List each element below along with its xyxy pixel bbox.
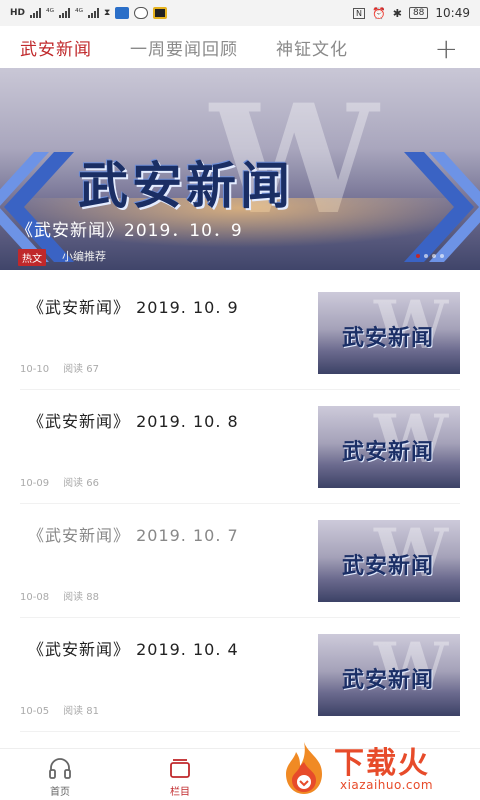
banner-carousel[interactable]: W 武安新闻 《武安新闻》2019．10．9 热文 小编推荐 xyxy=(0,68,480,270)
tab-columns[interactable]: 栏目 xyxy=(150,757,210,798)
news-title[interactable]: 《武安新闻》 2019. 10. 4 xyxy=(28,636,239,660)
carousel-dot[interactable] xyxy=(432,254,436,258)
top-nav: 武安新闻 一周要闻回顾 神钲文化 + xyxy=(0,26,480,68)
carousel-dot[interactable] xyxy=(416,254,420,258)
list-item[interactable]: 《武安新闻》 2019. 10. 9 10-10 阅读 67 W 武安新闻 xyxy=(20,276,460,390)
thumbnail-logo: 武安新闻 xyxy=(342,440,435,465)
list-item[interactable]: 《武安新闻》 2019. 10. 4 10-05 阅读 81 W 武安新闻 xyxy=(20,618,460,732)
read-count: 阅读 67 xyxy=(63,364,99,375)
tab-home[interactable]: 首页 xyxy=(30,757,90,798)
list-item[interactable]: 《武安新闻》 2019. 10. 8 10-09 阅读 66 W 武安新闻 xyxy=(20,390,460,504)
news-meta: 10-09 阅读 66 xyxy=(20,474,99,489)
read-count: 阅读 88 xyxy=(63,592,99,603)
signal-icon xyxy=(59,8,71,18)
banner-logo-text: 武安新闻 xyxy=(78,157,294,215)
wechat-icon xyxy=(134,7,149,19)
battery-icon: 88 xyxy=(408,7,429,19)
news-list: 《武安新闻》 2019. 10. 9 10-10 阅读 67 W 武安新闻 《武安… xyxy=(0,276,480,732)
carousel-dot[interactable] xyxy=(424,254,428,258)
news-title[interactable]: 《武安新闻》 2019. 10. 8 xyxy=(28,408,239,432)
carousel-dot[interactable] xyxy=(440,254,444,258)
news-meta: 10-08 阅读 88 xyxy=(20,588,99,603)
carousel-dots[interactable] xyxy=(416,254,444,258)
clock: 10:49 xyxy=(435,6,470,20)
read-count: 阅读 66 xyxy=(63,478,99,489)
alarm-icon: ⏰ xyxy=(372,6,386,20)
plus-icon[interactable]: + xyxy=(435,32,458,65)
news-date: 10-08 xyxy=(20,592,50,603)
banner-source: 小编推荐 xyxy=(62,250,106,263)
news-date: 10-09 xyxy=(20,478,50,489)
watermark: 下载火 xiazaihuo.com xyxy=(278,738,468,798)
news-thumbnail[interactable]: W 武安新闻 xyxy=(318,520,460,602)
tab-home-label: 首页 xyxy=(50,787,70,798)
news-meta: 10-05 阅读 81 xyxy=(20,702,99,717)
chevron-right-graphic xyxy=(404,152,480,262)
news-thumbnail[interactable]: W 武安新闻 xyxy=(318,634,460,716)
bluetooth-icon: ✱ xyxy=(392,6,402,20)
signal-icon xyxy=(30,8,42,18)
thumbnail-logo: 武安新闻 xyxy=(342,668,435,693)
tab-culture[interactable]: 神钲文化 xyxy=(276,35,348,60)
news-meta: 10-10 阅读 67 xyxy=(20,360,99,375)
news-thumbnail[interactable]: W 武安新闻 xyxy=(318,406,460,488)
app-notification-icon xyxy=(115,7,130,19)
banner-caption[interactable]: 《武安新闻》2019．10．9 xyxy=(16,216,243,241)
read-count: 阅读 81 xyxy=(63,706,99,717)
hot-tag-badge: 热文 xyxy=(18,249,46,266)
hourglass-icon: ⧗ xyxy=(104,8,111,18)
flame-icon xyxy=(286,742,322,794)
chevron-left-graphic xyxy=(0,152,74,262)
status-right: N ⏰ ✱ 88 10:49 xyxy=(353,6,470,20)
app-notification-icon xyxy=(153,7,168,19)
tab-columns-label: 栏目 xyxy=(170,787,190,798)
network-4g-label: ⁴ᴳ xyxy=(75,8,84,18)
news-title[interactable]: 《武安新闻》 2019. 10. 9 xyxy=(28,294,239,318)
headphones-icon xyxy=(49,758,71,779)
column-icon xyxy=(170,759,190,778)
tab-weekly-review[interactable]: 一周要闻回顾 xyxy=(130,35,238,60)
status-bar: HD ⁴ᴳ ⁴ᴳ ⧗ N ⏰ ✱ 88 10:49 xyxy=(0,0,480,26)
status-left: HD ⁴ᴳ ⁴ᴳ ⧗ xyxy=(10,7,168,19)
news-date: 10-05 xyxy=(20,706,50,717)
watermark-domain: xiazaihuo.com xyxy=(340,778,434,792)
watermark-text: 下载火 xyxy=(334,746,430,781)
list-item[interactable]: 《武安新闻》 2019. 10. 7 10-08 阅读 88 W 武安新闻 xyxy=(20,504,460,618)
hd-badge: HD xyxy=(10,8,26,18)
tab-wuan-news[interactable]: 武安新闻 xyxy=(20,35,92,60)
thumbnail-logo: 武安新闻 xyxy=(342,554,435,579)
news-title[interactable]: 《武安新闻》 2019. 10. 7 xyxy=(28,522,239,546)
signal-icon xyxy=(88,8,100,18)
news-date: 10-10 xyxy=(20,364,50,375)
thumbnail-logo: 武安新闻 xyxy=(342,326,435,351)
news-thumbnail[interactable]: W 武安新闻 xyxy=(318,292,460,374)
network-4g-label: ⁴ᴳ xyxy=(46,8,55,18)
nfc-icon: N xyxy=(353,7,366,19)
